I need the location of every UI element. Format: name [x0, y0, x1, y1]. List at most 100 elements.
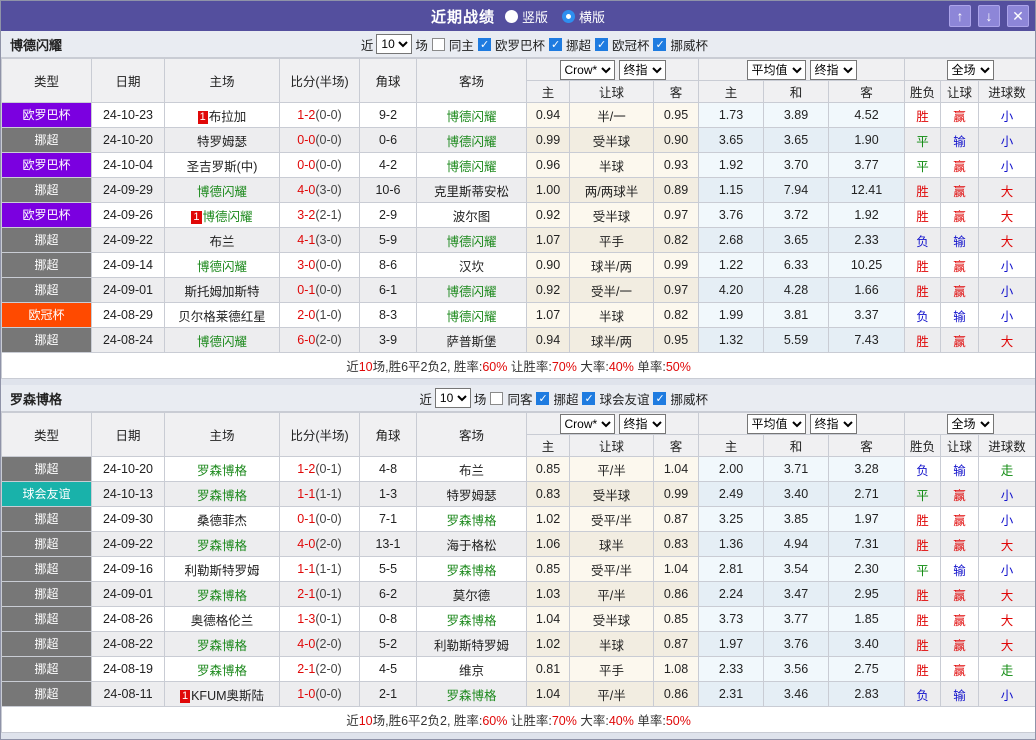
league-checkbox[interactable] — [548, 37, 562, 51]
same-venue-checkbox[interactable] — [431, 37, 445, 51]
average-select[interactable]: 平均值 — [746, 413, 806, 434]
result-wdl: 负 — [904, 227, 942, 253]
corner-score: 8-3 — [359, 302, 417, 328]
odds-away: 0.82 — [653, 302, 699, 328]
layout-radio-horizontal[interactable]: 横版 — [562, 7, 605, 26]
home-team-cell: 罗森博格 — [164, 581, 280, 607]
table-row: 挪超 24-08-22 罗森博格 4-0(2-0) 5-2 利勒斯特罗姆 1.02 半球 0.8… — [1, 631, 1035, 657]
avg-away: 2.75 — [827, 656, 906, 682]
match-date: 24-09-26 — [91, 202, 165, 228]
score-cell: 4-0(2-0) — [279, 531, 360, 557]
avg-draw: 3.65 — [763, 227, 829, 253]
sections-root: 博德闪耀近10场同主欧罗巴杯挪超欧冠杯挪威杯类型日期主场比分(半场)角球客场Cr… — [1, 31, 1035, 733]
league-checkbox[interactable] — [477, 37, 491, 51]
halftime-score: (0-1) — [315, 587, 342, 601]
halftime-score: (3-0) — [315, 183, 342, 197]
result-wdl: 平 — [904, 556, 942, 582]
average-select-group: 平均值 终指 — [697, 412, 906, 435]
home-team-cell: 特罗姆瑟 — [164, 127, 280, 153]
radio-horizontal-label: 横版 — [579, 9, 606, 25]
result-handicap: 赢 — [940, 102, 980, 128]
result-goals: 大 — [978, 631, 1035, 657]
odds-source-select[interactable]: Crow* — [559, 59, 615, 80]
odds-away: 0.97 — [653, 277, 699, 303]
avg-draw: 6.33 — [763, 252, 829, 278]
home-team-cell: 利勒斯特罗姆 — [164, 556, 280, 582]
layout-radio-vertical[interactable]: 竖版 — [504, 7, 548, 26]
result-handicap: 输 — [940, 227, 980, 253]
radio-vertical-icon[interactable] — [504, 9, 518, 23]
summary-segment: 大率: — [576, 714, 609, 728]
final-odds-select[interactable]: 终指 — [618, 413, 666, 434]
away-team-cell: 罗森博格 — [416, 681, 527, 707]
result-goals: 小 — [978, 127, 1035, 153]
match-date: 24-09-30 — [91, 506, 165, 532]
rank-badge: 1 — [179, 689, 191, 703]
league-checkbox[interactable] — [653, 37, 667, 51]
move-up-button[interactable]: ↑ — [949, 5, 971, 27]
home-team-cell: 布兰 — [164, 227, 280, 253]
avg-home: 3.76 — [698, 202, 764, 228]
sub-column-header: 客 — [653, 434, 699, 457]
result-goals: 大 — [978, 606, 1035, 632]
radio-horizontal-icon[interactable] — [562, 9, 575, 23]
final-odds-select[interactable]: 终指 — [618, 59, 666, 80]
result-goals: 小 — [978, 102, 1035, 128]
result-goals: 小 — [978, 506, 1035, 532]
halftime-score: (0-0) — [315, 133, 342, 147]
table-row: 挪超 24-08-24 博德闪耀 6-0(2-0) 3-9 萨普斯堡 0.94 球半/两 0.9… — [1, 327, 1035, 353]
sub-column-header: 胜负 — [904, 434, 942, 457]
match-date: 24-08-11 — [91, 681, 165, 707]
fulltime-select[interactable]: 全场 — [946, 413, 994, 434]
avg-draw: 3.89 — [763, 102, 829, 128]
avg-draw: 3.71 — [763, 456, 829, 482]
score-cell: 0-1(0-0) — [279, 506, 360, 532]
league-checkbox[interactable] — [594, 37, 608, 51]
fulltime-select[interactable]: 全场 — [946, 59, 994, 80]
away-team: 利勒斯特罗姆 — [433, 638, 509, 653]
match-type-badge: 挪超 — [2, 128, 91, 152]
recent-count-select[interactable]: 10 — [376, 34, 413, 54]
league-label: 欧罗巴杯 — [494, 38, 545, 53]
avg-away: 1.66 — [827, 277, 906, 303]
average-select[interactable]: 平均值 — [746, 59, 806, 80]
move-down-button[interactable]: ↓ — [978, 5, 1000, 27]
result-wdl: 胜 — [904, 606, 942, 632]
match-date: 24-09-22 — [91, 227, 165, 253]
league-checkbox[interactable] — [653, 391, 667, 405]
titlebar-center: 近期战绩 竖版 横版 — [431, 6, 605, 27]
league-checkbox[interactable] — [536, 391, 550, 405]
match-date: 24-09-14 — [91, 252, 165, 278]
table-row: 挪超 24-09-01 罗森博格 2-1(0-1) 6-2 莫尔德 1.03 平/半 0.86 2… — [1, 581, 1035, 607]
column-header: 主场 — [164, 412, 280, 457]
result-wdl: 胜 — [904, 656, 942, 682]
same-venue-checkbox[interactable] — [490, 391, 504, 405]
handicap-line: 球半/两 — [569, 252, 654, 278]
result-goals: 走 — [978, 656, 1035, 682]
close-button[interactable]: ✕ — [1007, 5, 1029, 27]
away-team-cell: 博德闪耀 — [416, 102, 527, 128]
odds-home: 0.94 — [526, 327, 570, 353]
away-team-cell: 罗森博格 — [416, 556, 527, 582]
avg-home: 2.33 — [698, 656, 764, 682]
rank-badge: 1 — [191, 210, 202, 224]
average-final-select[interactable]: 终指 — [809, 59, 857, 80]
avg-draw: 3.72 — [763, 202, 829, 228]
handicap-line: 半球 — [569, 152, 654, 178]
match-date: 24-09-01 — [91, 581, 165, 607]
summary-segment: 70% — [551, 714, 577, 728]
sub-column-header: 让球 — [940, 434, 980, 457]
corner-score: 3-9 — [359, 327, 417, 353]
league-checkbox[interactable] — [582, 391, 596, 405]
away-team: 萨普斯堡 — [446, 334, 497, 349]
avg-draw: 3.47 — [763, 581, 829, 607]
corner-score: 8-6 — [359, 252, 417, 278]
fulltime-score: 2-1 — [297, 587, 316, 601]
summary-segment: 让胜率: — [507, 714, 552, 728]
average-final-select[interactable]: 终指 — [809, 413, 857, 434]
halftime-score: (2-0) — [315, 333, 342, 347]
recent-count-select[interactable]: 10 — [434, 388, 471, 408]
sub-column-header: 客 — [827, 434, 906, 457]
odds-source-select[interactable]: Crow* — [559, 413, 615, 434]
result-goals: 小 — [978, 152, 1035, 178]
